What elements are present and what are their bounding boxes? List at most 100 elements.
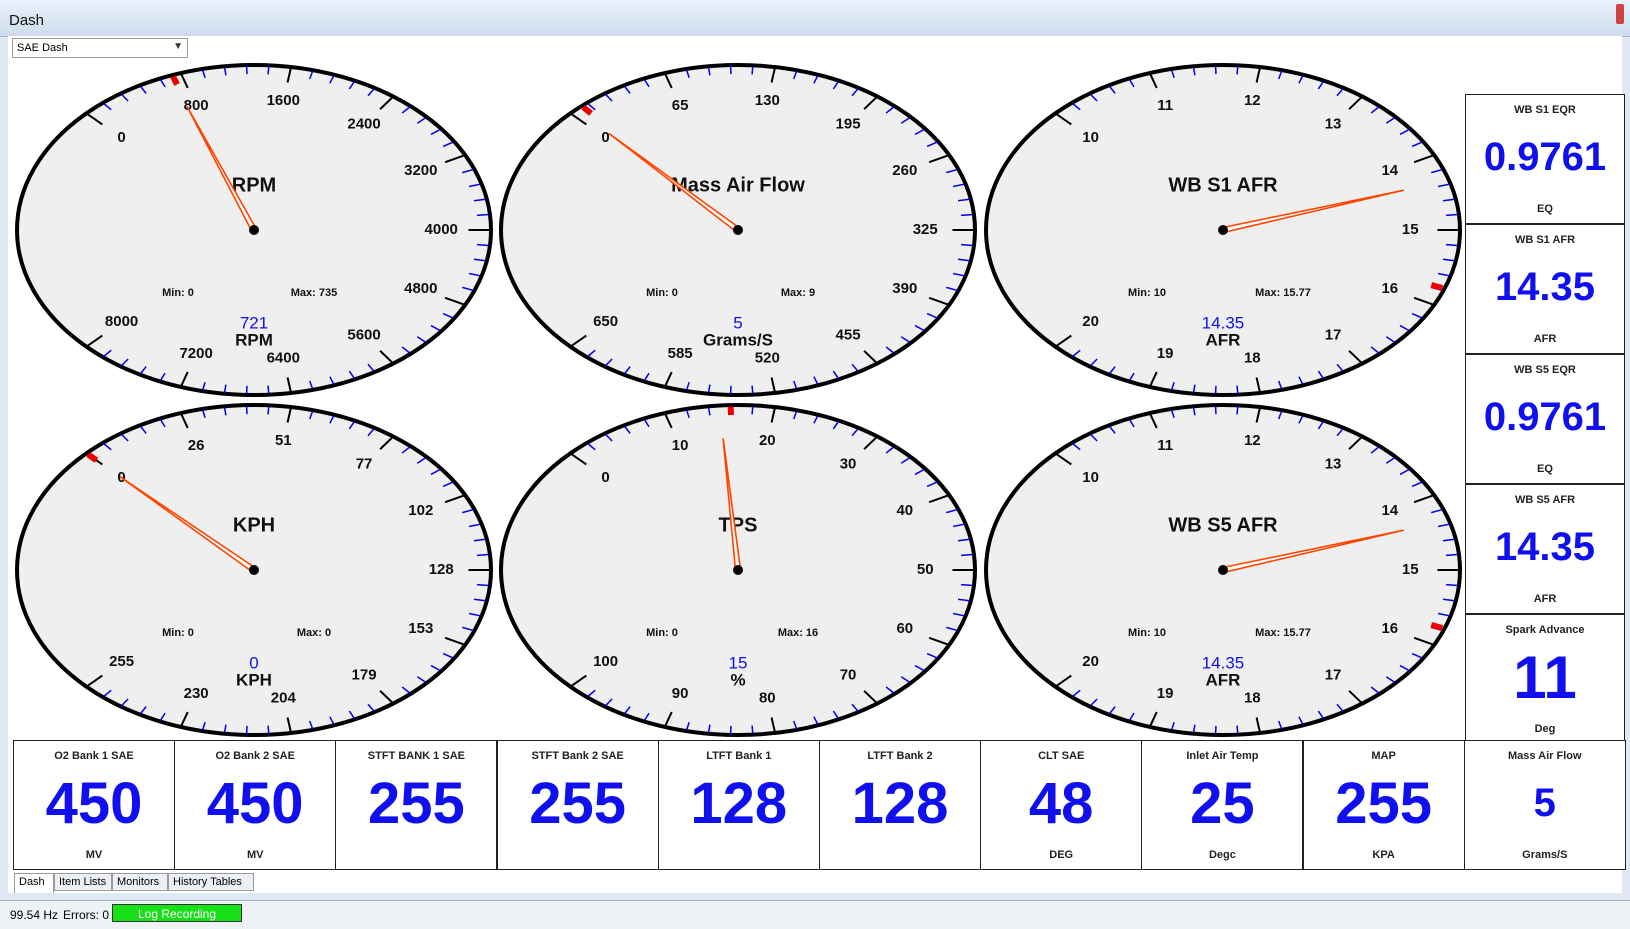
wb-s1-afr-tick-label: 16 <box>1381 280 1398 297</box>
o2-bank-1-sae-panel: O2 Bank 1 SAE450MV <box>13 740 175 870</box>
tps-max-label: Max: 16 <box>778 627 818 639</box>
tab-monitors[interactable]: Monitors <box>112 873 168 891</box>
mass-air-flow-max-label: Max: 9 <box>781 287 815 299</box>
wb-s5-afr-tick-label: 12 <box>1244 432 1261 449</box>
wb-s5-afr-tick-label: 14 <box>1381 502 1398 519</box>
wb-s5-afr-panel: WB S5 AFR14.35AFR <box>1465 484 1625 614</box>
ltft-bank-1-panel: LTFT Bank 1128 <box>658 740 820 870</box>
tps-tick-label: 60 <box>896 620 913 637</box>
wb-s1-eqr-panel: WB S1 EQR0.9761EQ <box>1465 94 1625 224</box>
rpm-minor-tick <box>477 245 489 246</box>
wb-s5-afr-label: WB S5 AFR <box>1466 494 1624 506</box>
mass-air-flow-minor-tick <box>752 66 753 74</box>
spark-advance-unit: Deg <box>1466 723 1624 735</box>
tps-minor-tick <box>752 726 753 734</box>
kph-tick-label: 77 <box>356 456 373 473</box>
o2-bank-1-sae-label: O2 Bank 1 SAE <box>14 750 174 762</box>
wb-s1-afr-tick-label: 10 <box>1082 129 1099 146</box>
wb-s5-afr-tick-label: 11 <box>1157 437 1173 454</box>
clt-sae-unit: DEG <box>981 849 1141 861</box>
wb-s1-afr-unit: AFR <box>1466 333 1624 345</box>
wb-s5-afr-gauge-title: WB S5 AFR <box>1168 514 1278 536</box>
rpm-tick-label: 4000 <box>425 221 458 238</box>
inlet-air-temp-value: 25 <box>1142 770 1302 837</box>
tps-tick-label: 50 <box>917 561 934 578</box>
wb-s1-afr-tick-label: 18 <box>1244 350 1261 367</box>
map-unit: KPA <box>1304 849 1464 861</box>
o2-bank-2-sae-panel: O2 Bank 2 SAE450MV <box>174 740 336 870</box>
tps-tick-label: 30 <box>840 456 857 473</box>
wb-s1-afr-gauge-title: WB S1 AFR <box>1168 174 1278 196</box>
rpm-minor-tick <box>268 386 269 394</box>
kph-minor-tick <box>268 406 269 414</box>
wb-s1-afr-label: WB S1 AFR <box>1466 234 1624 246</box>
wb-s5-afr-tick-label: 19 <box>1157 685 1174 702</box>
rpm-tick-label: 7200 <box>179 345 212 362</box>
inlet-air-temp-unit: Degc <box>1142 849 1302 861</box>
rpm-max-label: Max: 735 <box>291 287 337 299</box>
error-count: Errors: 0 <box>63 906 109 924</box>
wb-s1-afr-minor-tick <box>1446 215 1458 216</box>
mass-air-flow-tick-label: 585 <box>668 345 693 362</box>
ltft-bank-2-panel: LTFT Bank 2128 <box>819 740 981 870</box>
rpm-tick-label: 5600 <box>347 326 380 343</box>
rpm-unit-label: RPM <box>235 330 273 349</box>
tps-minor-tick <box>961 585 973 586</box>
tab-dash[interactable]: Dash <box>14 873 54 893</box>
kph-unit-label: KPH <box>236 670 272 689</box>
tps-tick-label: 90 <box>672 685 689 702</box>
kph-tick-label: 128 <box>429 561 454 578</box>
spark-advance-label: Spark Advance <box>1466 624 1624 636</box>
mass-air-flow-min-label: Min: 0 <box>646 287 678 299</box>
tps-tick-label: 20 <box>759 432 776 449</box>
ltft-bank-1-value: 128 <box>659 770 819 837</box>
mass-air-flow-unit: Grams/S <box>1465 849 1625 861</box>
wb-s5-afr-tick-label: 10 <box>1082 469 1099 486</box>
log-recording-button[interactable]: Log Recording <box>112 904 242 922</box>
wb-s1-eqr-value: 0.9761 <box>1466 135 1624 180</box>
wb-s5-afr-minor-tick <box>1237 406 1238 414</box>
map-value: 255 <box>1304 770 1464 837</box>
rpm-tick-label: 6400 <box>267 350 300 367</box>
tps-tick-label: 40 <box>896 502 913 519</box>
stft-bank-2-sae-panel: STFT Bank 2 SAE255 <box>497 740 659 870</box>
tps-tick-label: 0 <box>601 469 609 486</box>
stft-bank-1-sae-value: 255 <box>336 770 496 837</box>
kph-tick-label: 102 <box>408 502 433 519</box>
kph-needle-hub <box>249 565 259 575</box>
wb-s5-afr-minor-tick <box>1446 555 1458 556</box>
kph-tick-label: 204 <box>271 690 297 707</box>
kph-tick-label: 255 <box>109 653 134 670</box>
kph-min-label: Min: 0 <box>162 627 194 639</box>
mass-air-flow-tick-label: 130 <box>755 92 780 109</box>
o2-bank-2-sae-value: 450 <box>175 770 335 837</box>
tps-tick-label: 100 <box>593 653 618 670</box>
mass-air-flow-minor-tick <box>961 245 973 246</box>
tab-history-tables[interactable]: History Tables <box>168 873 254 891</box>
wb-s1-afr-min-label: Min: 10 <box>1128 287 1166 299</box>
wb-s5-afr-tick-label: 15 <box>1402 561 1419 578</box>
kph-tick-label: 51 <box>275 432 292 449</box>
wb-s1-afr-tick-label: 13 <box>1325 116 1342 133</box>
tab-item-lists[interactable]: Item Lists <box>54 873 112 891</box>
tps-minor-tick <box>752 406 753 414</box>
ltft-bank-2-value: 128 <box>820 770 980 837</box>
wb-s1-afr-tick-label: 20 <box>1082 313 1099 330</box>
kph-minor-tick <box>477 555 489 556</box>
wb-s1-afr-value: 14.35 <box>1466 265 1624 310</box>
wb-s1-afr-max-marker <box>1431 285 1442 288</box>
mass-air-flow-tick-label: 65 <box>672 97 689 114</box>
stft-bank-1-sae-label: STFT BANK 1 SAE <box>336 750 496 762</box>
wb-s5-afr-tick-label: 16 <box>1381 620 1398 637</box>
wb-s5-afr-value: 14.35 <box>1466 525 1624 570</box>
map-panel: MAP255KPA <box>1303 740 1465 870</box>
wb-s5-afr-needle-hub <box>1218 565 1228 575</box>
mass-air-flow-minor-tick <box>961 215 973 216</box>
kph-max-label: Max: 0 <box>297 627 331 639</box>
wb-s5-eqr-label: WB S5 EQR <box>1466 364 1624 376</box>
tps-tick-label: 80 <box>759 690 776 707</box>
rpm-tick-label: 800 <box>184 97 209 114</box>
clt-sae-value: 48 <box>981 770 1141 837</box>
mass-air-flow-panel: Mass Air Flow5Grams/S <box>1464 740 1626 870</box>
rpm-tick-label: 3200 <box>404 162 437 179</box>
